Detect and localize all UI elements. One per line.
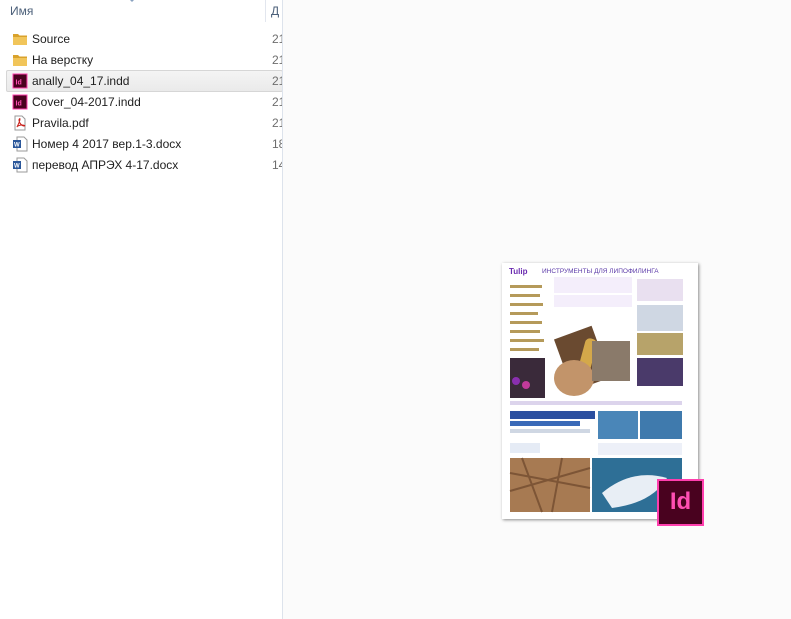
preview-logo: Tulip (509, 267, 528, 276)
column-date-header[interactable]: Д (271, 4, 279, 18)
file-date: 21 (272, 116, 282, 130)
svg-text:Id: Id (16, 101, 22, 108)
file-date: 21 (272, 74, 282, 88)
column-separator[interactable] (265, 0, 266, 22)
file-row-nomer-docx[interactable]: W Номер 4 2017 вер.1-3.docx 18 (7, 134, 282, 154)
file-name: Source (32, 32, 71, 46)
indesign-file-icon: Id (12, 73, 28, 89)
file-row-na-verstku[interactable]: На верстку 21 (7, 50, 282, 70)
column-name-header[interactable]: Имя (10, 4, 33, 18)
file-name: anally_04_17.indd (32, 74, 130, 88)
file-row-pravila-pdf[interactable]: Pravila.pdf 21 (7, 113, 282, 133)
indesign-file-icon: Id (12, 94, 28, 110)
file-row-source[interactable]: Source 21 (7, 29, 282, 49)
file-row-anally-indd[interactable]: Id anally_04_17.indd 21 (6, 70, 283, 92)
file-name: Cover_04-2017.indd (32, 95, 141, 109)
folder-icon (13, 55, 27, 66)
file-date: 18 (272, 137, 282, 151)
file-row-cover-indd[interactable]: Id Cover_04-2017.indd 21 (7, 92, 282, 112)
file-date: 21 (272, 32, 282, 46)
file-date: 21 (272, 95, 282, 109)
preview-heading: ИНСТРУМЕНТЫ ДЛЯ ЛИПОФИЛИНГА (542, 268, 659, 275)
pdf-file-icon (14, 115, 26, 131)
word-file-icon: W (13, 157, 28, 173)
file-name: перевод АПРЭХ 4-17.docx (32, 158, 179, 172)
file-date: 21 (272, 53, 282, 67)
svg-text:Id: Id (16, 80, 22, 87)
file-name: На верстку (32, 53, 94, 67)
folder-icon (13, 34, 27, 45)
sort-arrow-icon (128, 0, 136, 2)
file-list-pane: Имя Д Source 21 На верстку 21 Id anally_… (0, 0, 283, 619)
word-file-icon: W (13, 136, 28, 152)
indesign-badge-icon: Id (657, 479, 704, 526)
svg-text:W: W (14, 143, 20, 149)
file-name: Pravila.pdf (32, 116, 89, 130)
file-name: Номер 4 2017 вер.1-3.docx (32, 137, 182, 151)
file-date: 14 (272, 158, 282, 172)
file-row-perevod-docx[interactable]: W перевод АПРЭХ 4-17.docx 14 (7, 155, 282, 175)
svg-text:W: W (14, 164, 20, 170)
column-header: Имя Д (0, 0, 282, 22)
